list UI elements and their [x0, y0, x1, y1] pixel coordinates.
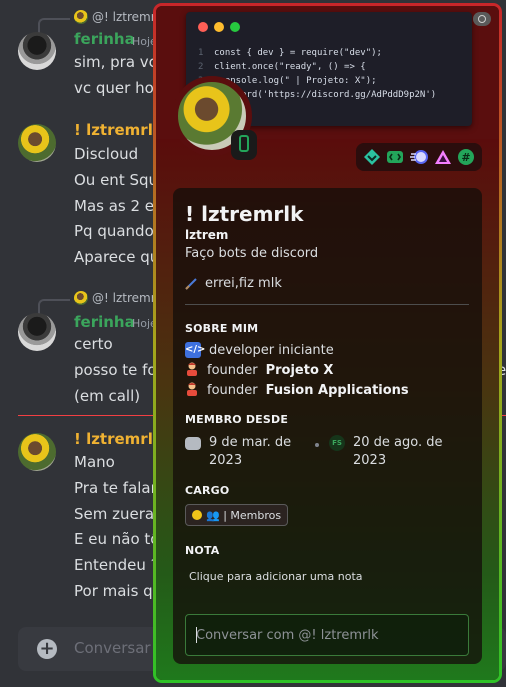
- mobile-status-icon: [231, 130, 257, 160]
- profile-username[interactable]: lztrem: [185, 228, 228, 242]
- message-text: Por mais qu: [74, 582, 163, 600]
- custom-status-emoji-icon: [185, 277, 197, 290]
- svg-text:#: #: [462, 151, 471, 164]
- message-text: certo: [74, 335, 113, 353]
- quest-icon[interactable]: [434, 148, 452, 166]
- section-title-role: CARGO: [185, 484, 230, 497]
- plus-icon[interactable]: +: [37, 639, 57, 659]
- avatar[interactable]: [18, 124, 56, 162]
- server-tag-icon[interactable]: #: [457, 148, 475, 166]
- role-name: 👥 | Membros: [206, 508, 282, 522]
- text-caret: [196, 627, 197, 643]
- message-text: Mas as 2 es: [74, 197, 162, 215]
- custom-status-text: errei,fiz mlk: [205, 276, 282, 291]
- maximize-dot-icon: [230, 22, 240, 32]
- composer-placeholder: Conversar e: [74, 639, 165, 657]
- message-text: Sem zuera: [74, 505, 155, 523]
- member-since-server: 20 de ago. de 2023: [353, 435, 443, 468]
- section-title-member-since: MEMBRO DESDE: [185, 413, 289, 426]
- close-dot-icon: [198, 22, 208, 32]
- nitro-icon[interactable]: [473, 12, 491, 26]
- code-line: 2 client.once("ready", () => {: [198, 62, 366, 72]
- profile-card: ! lztremrlk lztrem Faço bots de discord …: [173, 188, 482, 664]
- founder-emoji-icon: [187, 362, 197, 376]
- about-item: </> developer iniciante: [185, 342, 334, 358]
- code-line: 1 const { dev } = require("dev");: [198, 48, 382, 58]
- section-title-note: NOTA: [185, 544, 220, 557]
- member-since-discord: 9 de mar. de 2023: [209, 435, 292, 468]
- member-since-row: 9 de mar. de 2023 FS 20 de ago. de 2023: [185, 434, 443, 470]
- badge-list: #: [356, 143, 482, 171]
- about-item: founder Fusion Applications: [185, 382, 409, 398]
- message-text: Pq quando l: [74, 222, 163, 240]
- server-icon[interactable]: FS: [329, 435, 345, 451]
- about-item-text: founder: [207, 382, 258, 398]
- profile-bio-line: Faço bots de discord: [185, 246, 319, 261]
- reply-spine: [38, 299, 70, 315]
- message-text: Pra te falar: [74, 479, 157, 497]
- minimize-dot-icon: [214, 22, 224, 32]
- note-input[interactable]: Clique para adicionar uma nota: [189, 570, 363, 583]
- profile-display-name: ! lztremrlk: [185, 202, 304, 226]
- user-profile-popout: 1 const { dev } = require("dev"); 2 client…: [153, 3, 502, 683]
- message-text: Aparece qu: [74, 248, 160, 266]
- reply-avatar: [74, 10, 88, 24]
- discord-icon: [185, 437, 201, 450]
- about-item-text: developer iniciante: [209, 342, 334, 358]
- message-author[interactable]: ferinha: [74, 313, 135, 331]
- divider: [185, 304, 469, 305]
- message-text: (em call): [74, 387, 141, 405]
- window-dots: [198, 22, 240, 32]
- founder-emoji-icon: [187, 382, 197, 396]
- about-item-bold: Fusion Applications: [265, 382, 409, 398]
- message-user-input[interactable]: [186, 615, 468, 655]
- about-item: founder Projeto X: [185, 362, 333, 378]
- reply-avatar: [74, 291, 88, 305]
- separator-dot: [315, 443, 319, 447]
- message-text: Mano: [74, 453, 115, 471]
- about-item-bold: Projeto X: [265, 362, 334, 378]
- avatar[interactable]: [18, 433, 56, 471]
- section-title-about: SOBRE MIM: [185, 322, 259, 335]
- message-author[interactable]: ferinha: [74, 30, 135, 48]
- about-item-text: founder: [207, 362, 258, 378]
- nitro-boost-icon[interactable]: [409, 148, 428, 166]
- hypesquad-icon[interactable]: [363, 148, 381, 166]
- message-author[interactable]: ! lztremrlk: [74, 430, 163, 448]
- message-text: posso te for: [74, 361, 163, 379]
- avatar[interactable]: [18, 32, 56, 70]
- avatar[interactable]: [18, 313, 56, 351]
- custom-status: errei,fiz mlk: [185, 276, 282, 291]
- message-text: E eu não tô: [74, 530, 160, 548]
- role-pill[interactable]: 👥 | Membros: [185, 504, 289, 526]
- reply-spine: [38, 18, 70, 34]
- developer-icon: </>: [185, 342, 205, 358]
- message-user-box[interactable]: [185, 614, 469, 656]
- message-text: vc quer hos: [74, 79, 162, 97]
- message-author[interactable]: ! lztremrlk: [74, 121, 163, 139]
- message-text: Entendeu ?: [74, 556, 159, 574]
- role-color-dot: [192, 510, 202, 520]
- active-developer-icon[interactable]: [386, 148, 404, 166]
- message-text: Discloud: [74, 145, 139, 163]
